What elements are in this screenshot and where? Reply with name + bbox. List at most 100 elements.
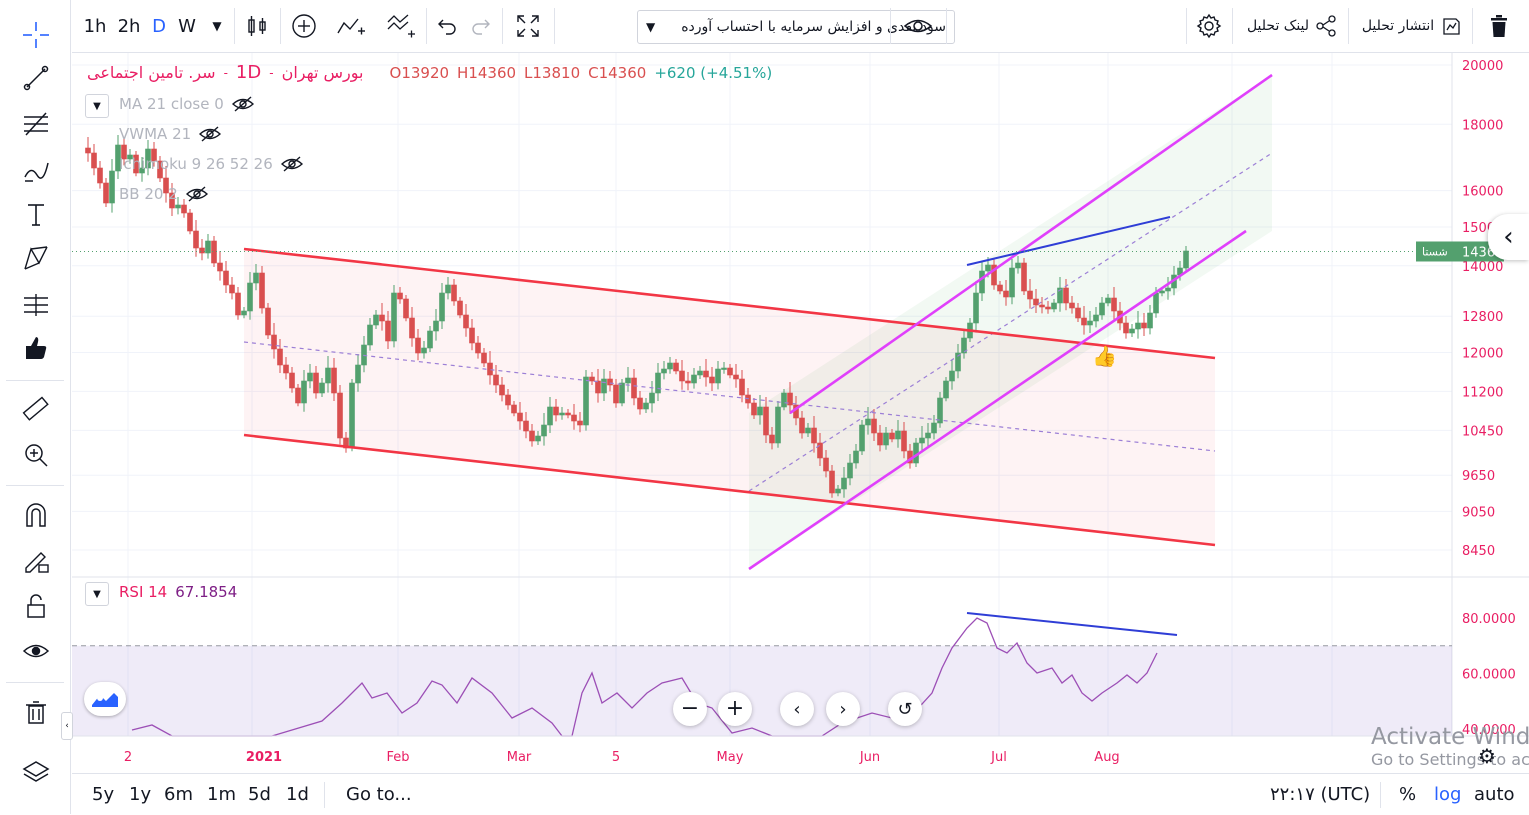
lock-drawing-icon[interactable] — [15, 542, 57, 578]
trendline-icon[interactable] — [15, 60, 57, 96]
range-1m[interactable]: 1m — [207, 774, 236, 815]
candle-body — [475, 342, 481, 354]
timeframe-dropdown-chevron-icon[interactable]: ▼ — [206, 0, 228, 52]
text-icon[interactable] — [15, 196, 57, 232]
goto-button[interactable]: Go to... — [346, 774, 412, 815]
timeframe-1h[interactable]: 1h — [80, 0, 110, 52]
brush-icon[interactable] — [15, 152, 57, 188]
candle-body — [541, 424, 547, 437]
candle-body — [331, 367, 337, 394]
right-panel-toggle[interactable]: ‹ — [1488, 214, 1529, 260]
candle-body — [571, 414, 577, 422]
redo-icon[interactable] — [468, 0, 494, 52]
range-1d[interactable]: 1d — [286, 774, 309, 815]
candle-body — [679, 370, 685, 382]
indicator-ma-label: MA 21 close 0 — [119, 95, 224, 113]
indicator-ma[interactable]: MA 21 close 0 — [119, 95, 254, 113]
auto-scale-toggle[interactable]: auto — [1474, 774, 1515, 815]
compare-icon[interactable] — [334, 0, 368, 52]
fib-retracement-icon[interactable] — [15, 106, 57, 142]
candle-body — [295, 387, 301, 404]
candle-body — [217, 262, 223, 272]
range-5y[interactable]: 5y — [92, 774, 114, 815]
rsi-legend[interactable]: RSI 14 67.1854 — [119, 583, 237, 601]
zoom-in-button[interactable]: + — [718, 692, 752, 726]
ruler-icon[interactable] — [15, 391, 57, 427]
visibility-eye-icon[interactable] — [15, 633, 57, 669]
remove-drawings-icon[interactable] — [15, 694, 57, 730]
chevron-down-icon: ▼ — [93, 100, 101, 112]
candle-body — [349, 382, 355, 449]
indicators-collapse-button[interactable]: ▼ — [85, 94, 109, 118]
ohlc-close-value: 14360 — [598, 63, 647, 82]
unlock-icon[interactable] — [15, 588, 57, 624]
templates-icon[interactable] — [384, 0, 418, 52]
candle-body — [319, 382, 325, 394]
price-tick-label: 12800 — [1462, 310, 1503, 325]
symbol-interval: 1D — [235, 62, 262, 83]
candle-body — [259, 272, 265, 309]
indicator-vwma[interactable]: VWMA 21 — [119, 125, 222, 143]
candle-body — [1147, 312, 1153, 329]
scroll-left-button[interactable]: ‹ — [780, 692, 814, 726]
link-analysis-button[interactable]: لینک تحلیل — [1240, 0, 1344, 52]
indicator-ichimoku[interactable]: Ichimoku 9 26 52 26 — [119, 155, 303, 173]
candle-body — [511, 404, 517, 414]
gear-icon[interactable]: ⚙ — [1478, 744, 1496, 768]
publish-analysis-button[interactable]: انتشار تحلیل — [1356, 0, 1468, 52]
indicator-bb[interactable]: BB 20 2 — [119, 185, 208, 203]
candle-body — [1033, 298, 1039, 306]
crosshair-icon[interactable] — [15, 17, 57, 53]
candle-body — [229, 284, 235, 294]
candle-body — [847, 462, 853, 479]
fullscreen-icon[interactable] — [512, 0, 544, 52]
sidebar-collapse-tab[interactable]: ‹ — [61, 712, 73, 740]
scroll-right-button[interactable]: › — [826, 692, 860, 726]
settings-icon[interactable] — [1194, 0, 1224, 52]
thumbs-up-marker: 👍 — [1092, 344, 1117, 368]
eye-icon[interactable] — [900, 0, 936, 52]
range-6m[interactable]: 6m — [164, 774, 193, 815]
object-tree-icon[interactable] — [15, 754, 57, 790]
hidden-eye-icon[interactable] — [199, 126, 222, 142]
add-indicator-icon[interactable] — [288, 0, 320, 52]
ohlc-high-value: 14360 — [468, 63, 517, 82]
range-1y[interactable]: 1y — [129, 774, 151, 815]
price-tick-label: 8450 — [1462, 544, 1495, 559]
candle-body — [325, 367, 331, 384]
chevron-down-icon: ▼ — [93, 588, 101, 600]
rsi-collapse-button[interactable]: ▼ — [85, 582, 109, 606]
candle-body — [397, 292, 403, 300]
timeframe-d[interactable]: D — [149, 0, 169, 52]
candle-body — [877, 432, 883, 446]
indicator-vwma-label: VWMA 21 — [119, 125, 192, 143]
percent-scale-toggle[interactable]: % — [1399, 774, 1416, 815]
range-5d[interactable]: 5d — [248, 774, 271, 815]
magnet-icon[interactable] — [15, 497, 57, 533]
timeframe-2h[interactable]: 2h — [114, 0, 144, 52]
reset-chart-button[interactable]: ↺ — [888, 692, 922, 726]
position-icon[interactable] — [15, 287, 57, 323]
candle-body — [997, 284, 1003, 292]
hidden-eye-icon[interactable] — [280, 156, 303, 172]
candle-body — [181, 204, 187, 214]
chevron-left-icon: ‹ — [65, 721, 69, 731]
zoom-in-icon[interactable] — [15, 437, 57, 473]
candle-body — [979, 270, 985, 294]
zoom-out-button[interactable]: − — [673, 692, 707, 726]
candle-body — [709, 376, 715, 384]
pattern-icon[interactable] — [15, 240, 57, 276]
timeframe-w[interactable]: W — [176, 0, 198, 52]
candle-body — [631, 377, 637, 399]
thumbs-up-icon[interactable] — [15, 330, 57, 366]
undo-icon[interactable] — [434, 0, 460, 52]
timezone-clock[interactable]: ۲۲:۱۷ (UTC) — [1270, 774, 1370, 815]
bar-type-icon[interactable] — [242, 0, 272, 52]
log-scale-toggle[interactable]: log — [1434, 774, 1461, 815]
trash-icon[interactable] — [1482, 0, 1516, 52]
hidden-eye-icon[interactable] — [231, 96, 254, 112]
ohlc-high: H14360 — [457, 64, 516, 82]
candle-body — [241, 310, 247, 316]
tradingview-logo-icon[interactable] — [84, 682, 126, 716]
hidden-eye-icon[interactable] — [185, 186, 208, 202]
